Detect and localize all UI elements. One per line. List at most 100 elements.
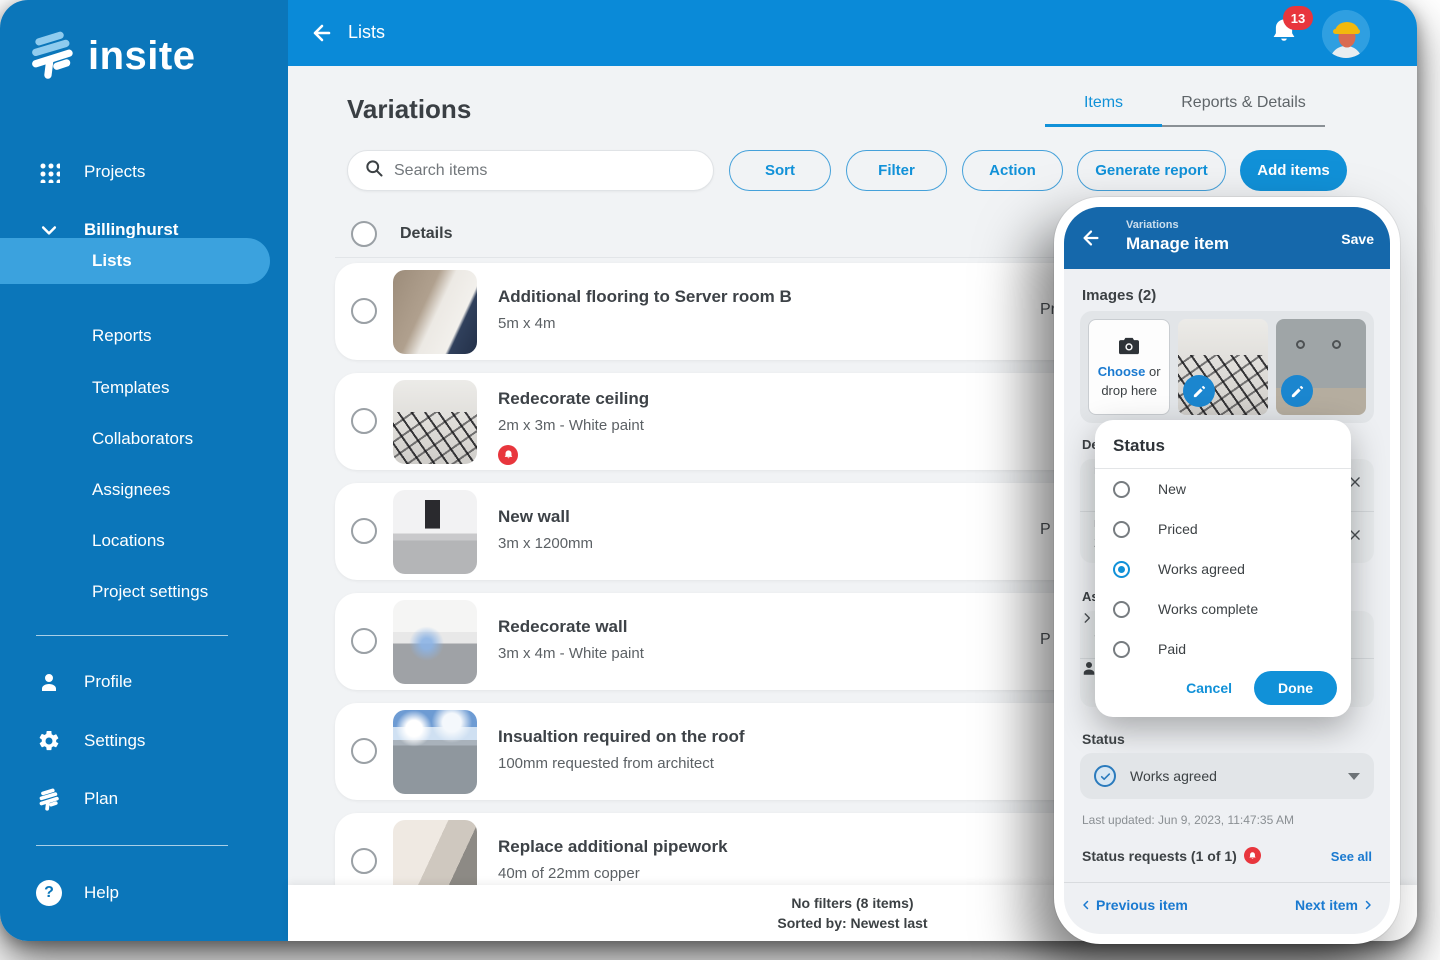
add-items-button[interactable]: Add items (1240, 150, 1347, 191)
row-checkbox[interactable] (351, 408, 377, 434)
uploaded-image[interactable] (1178, 319, 1268, 415)
logo: insite (26, 28, 195, 85)
sidebar-divider (36, 635, 228, 636)
sidebar-item-label: Project settings (92, 582, 208, 602)
edit-image-button[interactable] (1281, 375, 1313, 407)
alert-bell-icon (1244, 847, 1261, 864)
status-section-label: Status (1082, 731, 1125, 747)
generate-report-button[interactable]: Generate report (1077, 150, 1226, 191)
check-circle-icon (1094, 765, 1116, 787)
select-all-checkbox[interactable] (351, 221, 377, 247)
sidebar-item-plan[interactable]: Plan (0, 779, 288, 819)
row-checkbox[interactable] (351, 518, 377, 544)
sidebar-item-label: Projects (84, 162, 145, 182)
item-title: Additional flooring to Server room B (498, 287, 792, 307)
status-option-works-complete[interactable]: Works complete (1095, 589, 1351, 629)
option-label: Works complete (1158, 601, 1258, 617)
page-canvas: insite Projects Billinghurst Lists Repor… (0, 0, 1440, 960)
sidebar-item-templates[interactable]: Templates (0, 368, 288, 408)
sidebar-project-name: Billinghurst (84, 220, 178, 240)
notification-count-badge: 13 (1283, 6, 1313, 30)
phone-save-button[interactable]: Save (1341, 231, 1374, 247)
search-bar[interactable] (347, 150, 714, 191)
see-all-link[interactable]: See all (1331, 849, 1372, 864)
search-input[interactable] (394, 162, 684, 180)
row-checkbox[interactable] (351, 298, 377, 324)
back-arrow-icon[interactable] (310, 21, 334, 50)
person-icon (36, 670, 62, 694)
topbar: Lists 13 (288, 0, 1417, 66)
sidebar-divider (36, 845, 228, 846)
sidebar-item-label: Profile (84, 672, 132, 692)
thumbnail-image (393, 710, 477, 794)
sidebar-item-projects[interactable]: Projects (0, 152, 288, 192)
sidebar-item-project-settings[interactable]: Project settings (0, 572, 288, 612)
status-modal-title: Status (1095, 420, 1351, 469)
sidebar-item-assignees[interactable]: Assignees (0, 470, 288, 510)
status-option-priced[interactable]: Priced (1095, 509, 1351, 549)
help-icon: ? (36, 880, 62, 906)
item-subtitle: 100mm requested from architect (498, 755, 714, 772)
sidebar-item-collaborators[interactable]: Collaborators (0, 419, 288, 459)
status-option-new[interactable]: New (1095, 469, 1351, 509)
caret-down-icon (1348, 773, 1360, 780)
choose-or-text: or (1149, 364, 1161, 379)
next-item-label: Next item (1295, 897, 1358, 913)
choose-link[interactable]: Choose (1098, 364, 1146, 379)
thumbnail-image (393, 600, 477, 684)
sidebar-item-locations[interactable]: Locations (0, 521, 288, 561)
images-section-label: Images (2) (1082, 287, 1156, 304)
sort-button[interactable]: Sort (729, 150, 831, 191)
status-dropdown[interactable]: Works agreed (1080, 753, 1374, 799)
radio-button[interactable] (1113, 601, 1130, 618)
gear-icon (36, 729, 62, 753)
thumbnail-image (393, 490, 477, 574)
phone-title: Manage item (1126, 234, 1229, 254)
tab-reports-details[interactable]: Reports & Details (1162, 94, 1325, 127)
user-avatar[interactable] (1322, 10, 1370, 58)
radio-button[interactable] (1113, 641, 1130, 658)
next-item-button[interactable]: Next item (1295, 897, 1374, 913)
status-option-works-agreed[interactable]: Works agreed (1095, 549, 1351, 589)
image-upload-dropzone[interactable]: Choose or drop here (1088, 319, 1170, 415)
sort-summary: Sorted by: Newest last (777, 913, 927, 933)
cancel-button[interactable]: Cancel (1186, 680, 1232, 696)
uploaded-image[interactable] (1276, 319, 1366, 415)
status-option-paid[interactable]: Paid (1095, 629, 1351, 669)
notification-bell-icon[interactable]: 13 (1269, 16, 1303, 50)
radio-button-selected[interactable] (1113, 561, 1130, 578)
row-checkbox[interactable] (351, 628, 377, 654)
camera-icon (1118, 336, 1140, 361)
item-subtitle: 2m x 3m - White paint (498, 417, 644, 434)
option-label: Works agreed (1158, 561, 1245, 577)
previous-item-label: Previous item (1096, 897, 1188, 913)
sidebar-item-label: Help (84, 883, 119, 903)
sidebar-item-label: Collaborators (92, 429, 193, 449)
row-checkbox[interactable] (351, 738, 377, 764)
thumbnail-image (393, 270, 477, 354)
radio-button[interactable] (1113, 481, 1130, 498)
filter-summary: No filters (8 items) (791, 893, 913, 913)
tab-items[interactable]: Items (1045, 94, 1162, 127)
filter-button[interactable]: Filter (846, 150, 947, 191)
sidebar-item-label: Locations (92, 531, 165, 551)
sidebar-item-reports[interactable]: Reports (0, 316, 288, 356)
phone-screen: Variations Manage item Save Images (2) C… (1064, 207, 1390, 934)
item-title: Insualtion required on the roof (498, 727, 745, 747)
row-checkbox[interactable] (351, 848, 377, 874)
sidebar-item-help[interactable]: ? Help (0, 873, 288, 913)
option-label: New (1158, 481, 1186, 497)
phone-footer-nav: Previous item Next item (1064, 882, 1390, 934)
previous-item-button[interactable]: Previous item (1080, 897, 1188, 913)
sidebar-item-label: Templates (92, 378, 169, 398)
sidebar-item-settings[interactable]: Settings (0, 721, 288, 761)
sidebar-item-lists[interactable]: Lists (0, 238, 270, 284)
phone-back-arrow-icon[interactable] (1080, 227, 1102, 254)
radio-button[interactable] (1113, 521, 1130, 538)
item-title: Redecorate ceiling (498, 389, 649, 409)
sidebar-item-profile[interactable]: Profile (0, 662, 288, 702)
item-subtitle: 5m x 4m (498, 315, 556, 332)
drop-here-text: drop here (1101, 383, 1157, 399)
action-button[interactable]: Action (962, 150, 1063, 191)
done-button[interactable]: Done (1254, 671, 1337, 705)
